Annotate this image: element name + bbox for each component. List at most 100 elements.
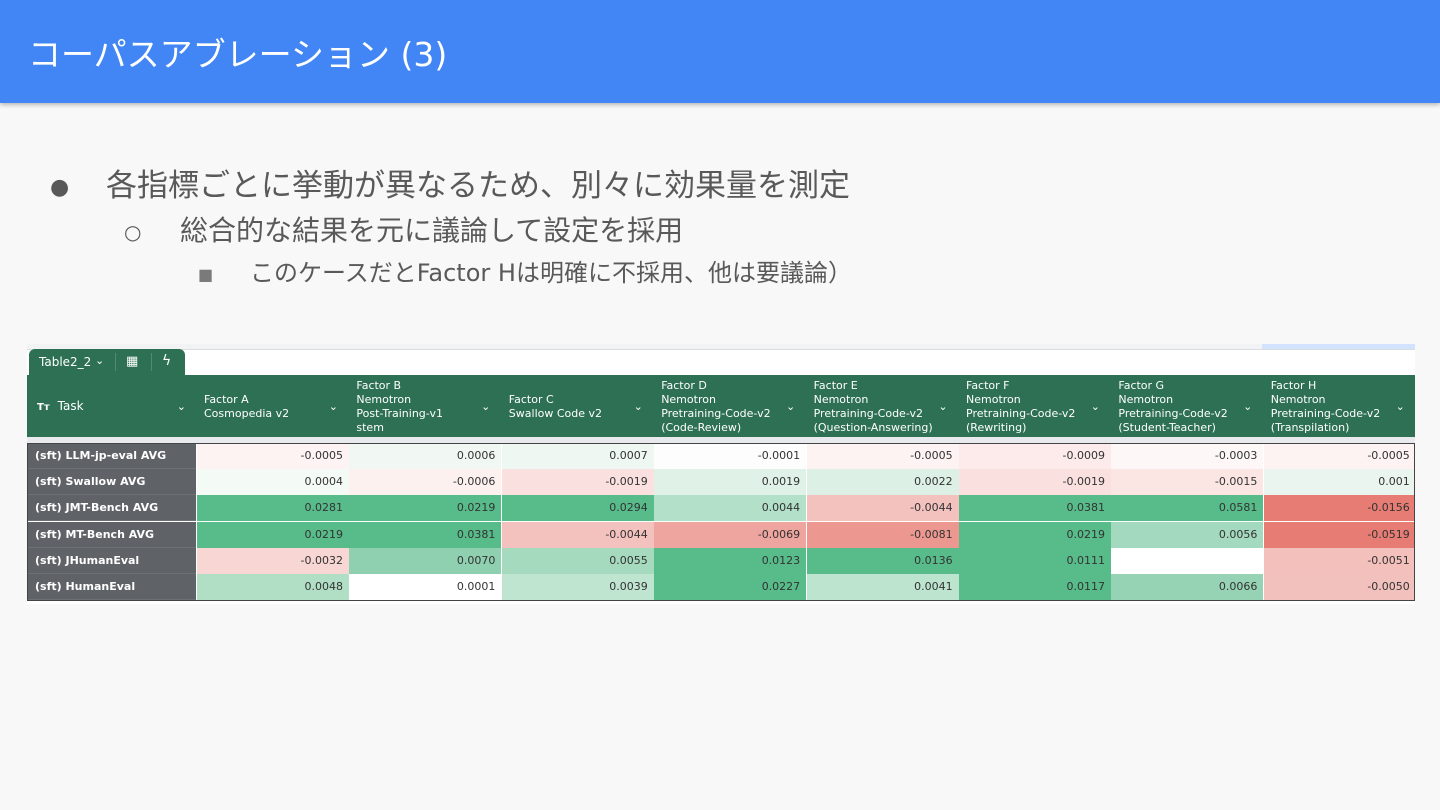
slide-title: コーパスアブレーション (3) bbox=[28, 35, 448, 74]
column-header-factor[interactable]: Factor F Nemotron Pretraining-Code-v2 (Rewr… bbox=[958, 375, 1110, 437]
bullet-level2: ○ 総合的な結果を元に議論して設定を採用 bbox=[124, 209, 683, 249]
column-header-task[interactable]: Tт Task ⌄ bbox=[27, 375, 196, 437]
table-cell[interactable]: 0.0227 bbox=[654, 574, 807, 600]
table-cell[interactable]: 0.0381 bbox=[349, 521, 502, 548]
filled-circle-bullet-icon: ● bbox=[50, 175, 70, 200]
table-cell[interactable]: -0.0069 bbox=[654, 521, 807, 548]
table-cell[interactable]: 0.001 bbox=[1263, 469, 1415, 496]
bullet-level1: ● 各指標ごとに挙動が異なるため、別々に効果量を測定 bbox=[50, 160, 850, 205]
table-row: (sft) Swallow AVG 0.0004 -0.0006 -0.0019 0.0… bbox=[27, 469, 1415, 496]
chevron-down-icon[interactable]: ⌄ bbox=[634, 400, 643, 414]
table-cell[interactable]: 0.0294 bbox=[501, 495, 654, 522]
table-cell[interactable]: 0.0007 bbox=[501, 443, 654, 469]
table-row: (sft) LLM-jp-eval AVG -0.0005 0.0006 0.0007… bbox=[27, 443, 1415, 469]
table-cell[interactable]: -0.0005 bbox=[197, 443, 349, 469]
column-header-factor[interactable]: Factor B Nemotron Post-Training-v1 stem ⌄ bbox=[348, 375, 500, 437]
column-header-factor[interactable]: Factor C Swallow Code v2 ⌄ bbox=[501, 375, 653, 437]
selected-column-highlight bbox=[1262, 344, 1415, 349]
table-cell[interactable]: -0.0019 bbox=[501, 469, 654, 496]
table-cell[interactable]: 0.0136 bbox=[806, 547, 959, 574]
table-cell[interactable]: 0.0381 bbox=[959, 495, 1111, 522]
table-tab-name[interactable]: Table2_2 bbox=[39, 355, 91, 369]
column-header-label: Factor A Cosmopedia v2 bbox=[204, 393, 290, 420]
hollow-circle-bullet-icon: ○ bbox=[124, 220, 142, 244]
column-header-label: Factor E Nemotron Pretraining-Code-v2 (Ques… bbox=[813, 379, 933, 434]
table-cell[interactable]: -0.0006 bbox=[349, 469, 502, 496]
table-cell[interactable]: 0.0066 bbox=[1111, 574, 1264, 600]
table-cell[interactable]: -0.0050 bbox=[1263, 574, 1415, 600]
table-cell[interactable]: 0.0219 bbox=[197, 521, 349, 548]
table-cell[interactable]: 0.0006 bbox=[349, 443, 502, 469]
slide-header: コーパスアブレーション (3) bbox=[0, 0, 1440, 103]
table-cell[interactable]: 0.0041 bbox=[806, 574, 959, 600]
table-cell[interactable]: 0.0048 bbox=[197, 574, 349, 600]
table-cell[interactable]: -0.0044 bbox=[806, 495, 959, 522]
table-cell[interactable]: 0.0056 bbox=[1111, 521, 1264, 548]
table-cell[interactable]: -0.0015 bbox=[1111, 469, 1264, 496]
table-cell[interactable]: 0.0111 bbox=[959, 547, 1111, 574]
table-cell[interactable]: -0.0003 bbox=[1111, 443, 1264, 469]
row-label[interactable]: (sft) Swallow AVG bbox=[27, 469, 196, 496]
table-cell[interactable]: -0.0019 bbox=[959, 469, 1111, 496]
bullet-level3: ■ このケースだとFactor Hは明確に不採用、他は要議論） bbox=[198, 253, 852, 288]
column-header-factor[interactable]: Factor A Cosmopedia v2 ⌄ bbox=[196, 375, 348, 437]
square-bullet-icon: ■ bbox=[198, 264, 214, 284]
column-header-factor[interactable]: Factor H Nemotron Pretraining-Code-v2 (Tran… bbox=[1263, 375, 1415, 437]
table-row: (sft) MT-Bench AVG 0.0219 0.0381 -0.0044 -0.… bbox=[27, 521, 1415, 548]
chevron-down-icon[interactable]: ⌄ bbox=[786, 400, 795, 414]
tab-divider bbox=[151, 353, 152, 371]
table-cell[interactable]: 0.0022 bbox=[806, 469, 959, 496]
chevron-down-icon[interactable]: ⌄ bbox=[329, 400, 338, 414]
table-cell[interactable]: -0.0044 bbox=[501, 521, 654, 548]
chevron-down-icon[interactable]: ⌄ bbox=[1091, 400, 1100, 414]
table-cell[interactable]: 0.0019 bbox=[654, 469, 807, 496]
table-cell[interactable]: -0.0005 bbox=[806, 443, 959, 469]
bolt-icon[interactable]: ϟ bbox=[162, 353, 171, 369]
table-cell[interactable]: 0.0044 bbox=[654, 495, 807, 522]
chevron-down-icon[interactable]: ⌄ bbox=[1243, 400, 1252, 414]
column-header-factor[interactable]: Factor E Nemotron Pretraining-Code-v2 (Ques… bbox=[806, 375, 958, 437]
table-cell[interactable]: -0.0051 bbox=[1263, 547, 1415, 574]
column-header-label: Task bbox=[57, 399, 84, 413]
row-label[interactable]: (sft) HumanEval bbox=[27, 574, 196, 600]
table-cell[interactable]: 0.0070 bbox=[349, 547, 502, 574]
bullet-level3-text: このケースだとFactor Hは明確に不採用、他は要議論） bbox=[250, 259, 852, 287]
table-cell[interactable]: -0.0032 bbox=[197, 547, 349, 574]
row-label[interactable]: (sft) JHumanEval bbox=[27, 547, 196, 574]
tab-divider bbox=[115, 353, 116, 371]
table-cell[interactable]: -0.0005 bbox=[1263, 443, 1415, 469]
table-cell[interactable]: 0.0004 bbox=[197, 469, 349, 496]
table-cell[interactable]: 0.0281 bbox=[197, 495, 349, 522]
chevron-down-icon[interactable]: ⌄ bbox=[177, 400, 186, 414]
row-label[interactable]: (sft) MT-Bench AVG bbox=[27, 521, 196, 548]
table-cell[interactable]: 0.0039 bbox=[501, 574, 654, 600]
table-cell[interactable] bbox=[1111, 547, 1264, 574]
column-header-factor[interactable]: Factor D Nemotron Pretraining-Code-v2 (Code… bbox=[653, 375, 805, 437]
table-cell[interactable]: 0.0117 bbox=[959, 574, 1111, 600]
chevron-down-icon[interactable]: ⌄ bbox=[481, 400, 490, 414]
table-cell[interactable]: 0.0219 bbox=[349, 495, 502, 522]
column-header-label: Factor G Nemotron Pretraining-Code-v2 (Stud… bbox=[1118, 379, 1228, 434]
table-row: (sft) JMT-Bench AVG 0.0281 0.0219 0.0294 0.0… bbox=[27, 495, 1415, 522]
table-cell[interactable]: 0.0219 bbox=[959, 521, 1111, 548]
column-header-label: Factor C Swallow Code v2 bbox=[508, 393, 603, 420]
column-strip bbox=[27, 344, 1415, 350]
row-label[interactable]: (sft) JMT-Bench AVG bbox=[27, 495, 196, 522]
chevron-down-icon[interactable]: ⌄ bbox=[95, 354, 104, 367]
chevron-down-icon[interactable]: ⌄ bbox=[938, 400, 947, 414]
table-tab[interactable]: Table2_2 ⌄ ▦ ϟ bbox=[29, 349, 185, 376]
table-cell[interactable]: -0.0519 bbox=[1263, 521, 1415, 548]
spreadsheet-table: Table2_2 ⌄ ▦ ϟ Tт Task ⌄ Factor A Cosmoped… bbox=[27, 344, 1415, 604]
table-grid-icon[interactable]: ▦ bbox=[126, 354, 138, 369]
table-cell[interactable]: -0.0009 bbox=[959, 443, 1111, 469]
table-cell[interactable]: 0.0123 bbox=[654, 547, 807, 574]
table-cell[interactable]: -0.0081 bbox=[806, 521, 959, 548]
table-cell[interactable]: -0.0156 bbox=[1263, 495, 1415, 522]
table-cell[interactable]: 0.0001 bbox=[349, 574, 502, 600]
table-cell[interactable]: -0.0001 bbox=[654, 443, 807, 469]
column-header-factor[interactable]: Factor G Nemotron Pretraining-Code-v2 (Stud… bbox=[1110, 375, 1262, 437]
table-cell[interactable]: 0.0581 bbox=[1111, 495, 1264, 522]
row-label[interactable]: (sft) LLM-jp-eval AVG bbox=[27, 443, 196, 469]
chevron-down-icon[interactable]: ⌄ bbox=[1396, 400, 1405, 414]
table-cell[interactable]: 0.0055 bbox=[501, 547, 654, 574]
